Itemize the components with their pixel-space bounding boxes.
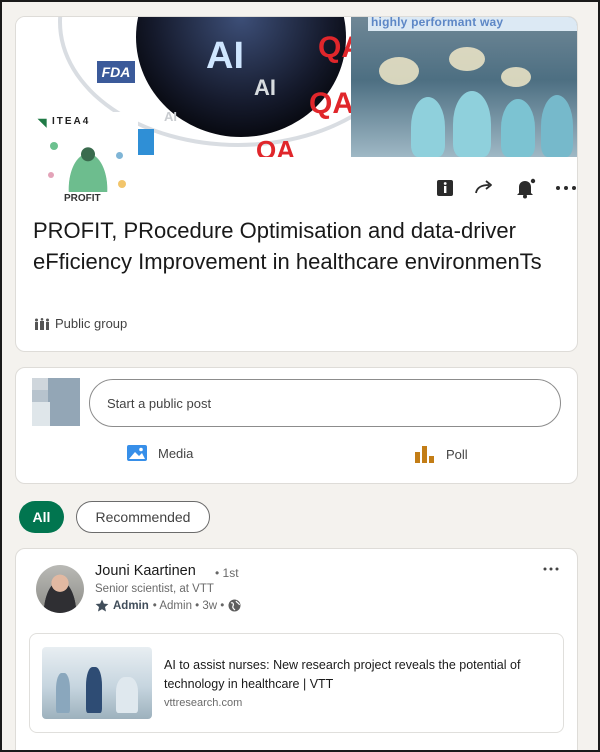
cover-qa-label: QA	[309, 87, 354, 120]
nurse-illustration	[58, 134, 118, 192]
article-thumbnail	[42, 647, 152, 719]
group-type: Public group	[35, 316, 127, 331]
cover-ai-text: AI	[164, 109, 177, 124]
article-title: AI to assist nurses: New research projec…	[164, 658, 521, 691]
image-icon	[127, 445, 147, 461]
group-header-card: AI AI AI FDA QA QA QA highly performant …	[15, 16, 578, 352]
cover-surgeon	[453, 91, 491, 157]
cover-ai-text: AI	[254, 75, 276, 100]
media-label: Media	[158, 445, 194, 461]
logo-dot	[116, 152, 123, 159]
globe-icon	[228, 599, 241, 612]
cover-lamp	[449, 47, 485, 71]
thumb-figure	[56, 673, 70, 713]
cover-strip-text: highly performant way	[371, 17, 504, 29]
filter-all-pill[interactable]: All	[19, 501, 64, 533]
post-meta: Admin • Admin • 3w •	[95, 599, 241, 612]
info-icon	[437, 180, 453, 196]
share-button[interactable]	[473, 177, 497, 199]
poll-label: Poll	[446, 446, 468, 462]
cover-surgeon	[411, 97, 445, 157]
start-post-input[interactable]: Start a public post	[89, 379, 561, 427]
start-post-placeholder: Start a public post	[107, 395, 212, 411]
post-meta-text: • Admin • 3w •	[152, 599, 225, 612]
cover-fda-logo: FDA	[97, 61, 135, 83]
connection-degree: • 1st	[215, 566, 239, 580]
article-domain: vttresearch.com	[164, 697, 243, 709]
logo-dot	[50, 142, 58, 150]
post-composer-card: Start a public post Media Poll	[15, 367, 578, 484]
notifications-button[interactable]	[514, 177, 538, 199]
logo-name: PROFIT	[64, 193, 101, 204]
media-button[interactable]: Media	[126, 444, 193, 462]
group-title: PROFIT, PRocedure Optimisation and data-…	[33, 218, 542, 274]
cover-operating-room	[351, 17, 577, 157]
post-card: Jouni Kaartinen • 1st Senior scientist, …	[15, 548, 578, 752]
more-button[interactable]	[554, 177, 577, 199]
more-icon	[543, 567, 559, 571]
logo-dot	[118, 180, 126, 188]
avatar	[32, 378, 80, 426]
admin-badge: Admin	[113, 599, 149, 612]
author-headline: Senior scientist, at VTT	[95, 583, 214, 595]
group-people-icon	[35, 317, 49, 330]
cover-surgeon	[501, 99, 535, 157]
filter-recommended-pill[interactable]: Recommended	[76, 501, 210, 533]
share-arrow-icon	[475, 180, 493, 194]
itea-logo-text: ITEA4	[52, 116, 91, 127]
thumb-figure	[116, 677, 138, 713]
cover-lamp	[379, 57, 419, 85]
group-actions	[433, 177, 577, 199]
cover-surgeon	[541, 95, 573, 157]
cover-qa-label: QA	[256, 135, 295, 157]
itea-logo-mark: ◥	[38, 117, 47, 129]
post-more-button[interactable]	[539, 559, 563, 579]
info-button[interactable]	[433, 177, 457, 199]
composer-actions: Media Poll	[16, 444, 577, 468]
group-type-label: Public group	[55, 316, 128, 331]
cover-lamp	[501, 67, 531, 87]
logo-dot	[48, 172, 54, 178]
cover-tile	[136, 129, 154, 155]
more-icon	[555, 186, 576, 190]
group-logo[interactable]: ◥ ITEA4 PROFIT	[36, 112, 138, 217]
article-link-card[interactable]: AI to assist nurses: New research projec…	[29, 633, 564, 733]
poll-chart-icon	[415, 446, 434, 463]
poll-button[interactable]: Poll	[414, 444, 468, 464]
bell-icon	[516, 178, 535, 199]
thumb-figure	[86, 667, 102, 713]
author-avatar[interactable]	[36, 565, 84, 613]
author-name[interactable]: Jouni Kaartinen	[95, 563, 196, 579]
cover-ai-text: AI	[206, 35, 244, 77]
star-icon	[95, 599, 109, 612]
